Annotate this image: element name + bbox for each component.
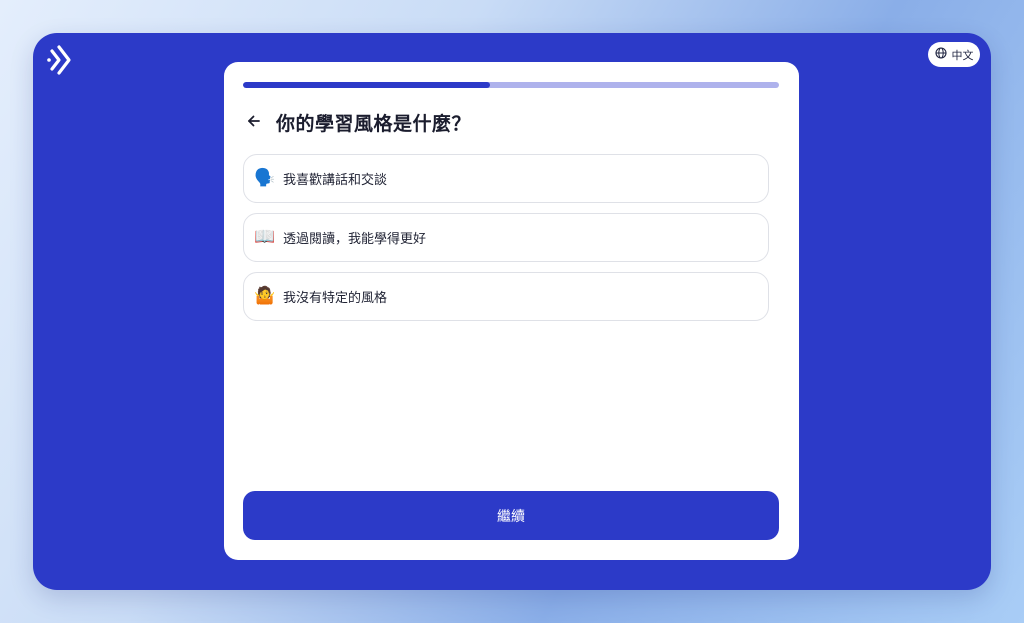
- option-reading[interactable]: 📖 透過閱讀，我能學得更好: [243, 213, 769, 262]
- globe-icon: [934, 47, 947, 62]
- question-card: 你的學習風格是什麼？ 🗣️ 我喜歡講話和交談 📖 透過閱讀，我能學得更好 🤷 我…: [224, 62, 799, 560]
- language-label: 中文: [951, 48, 974, 62]
- arrow-left-icon: [247, 113, 261, 132]
- option-label: 我沒有特定的風格: [283, 291, 388, 306]
- option-label: 透過閱讀，我能學得更好: [283, 232, 427, 247]
- option-speaking[interactable]: 🗣️ 我喜歡講話和交談: [243, 154, 769, 203]
- logo-icon: [46, 44, 72, 76]
- language-button[interactable]: 中文: [928, 42, 980, 67]
- back-button[interactable]: [244, 112, 264, 132]
- progress-fill: [243, 82, 490, 88]
- question-header: 你的學習風格是什麼？: [244, 108, 471, 136]
- question-title: 你的學習風格是什麼？: [276, 112, 472, 135]
- progress-bar: [243, 82, 779, 88]
- option-no-style[interactable]: 🤷 我沒有特定的風格: [243, 272, 769, 321]
- speaking-head-icon: 🗣️: [254, 168, 276, 188]
- open-book-icon: 📖: [254, 227, 276, 247]
- option-label: 我喜歡講話和交談: [283, 173, 388, 188]
- shrug-icon: 🤷: [254, 286, 276, 306]
- options-list: 🗣️ 我喜歡講話和交談 📖 透過閱讀，我能學得更好 🤷 我沒有特定的風格: [243, 154, 769, 321]
- continue-button[interactable]: 繼續: [243, 491, 779, 540]
